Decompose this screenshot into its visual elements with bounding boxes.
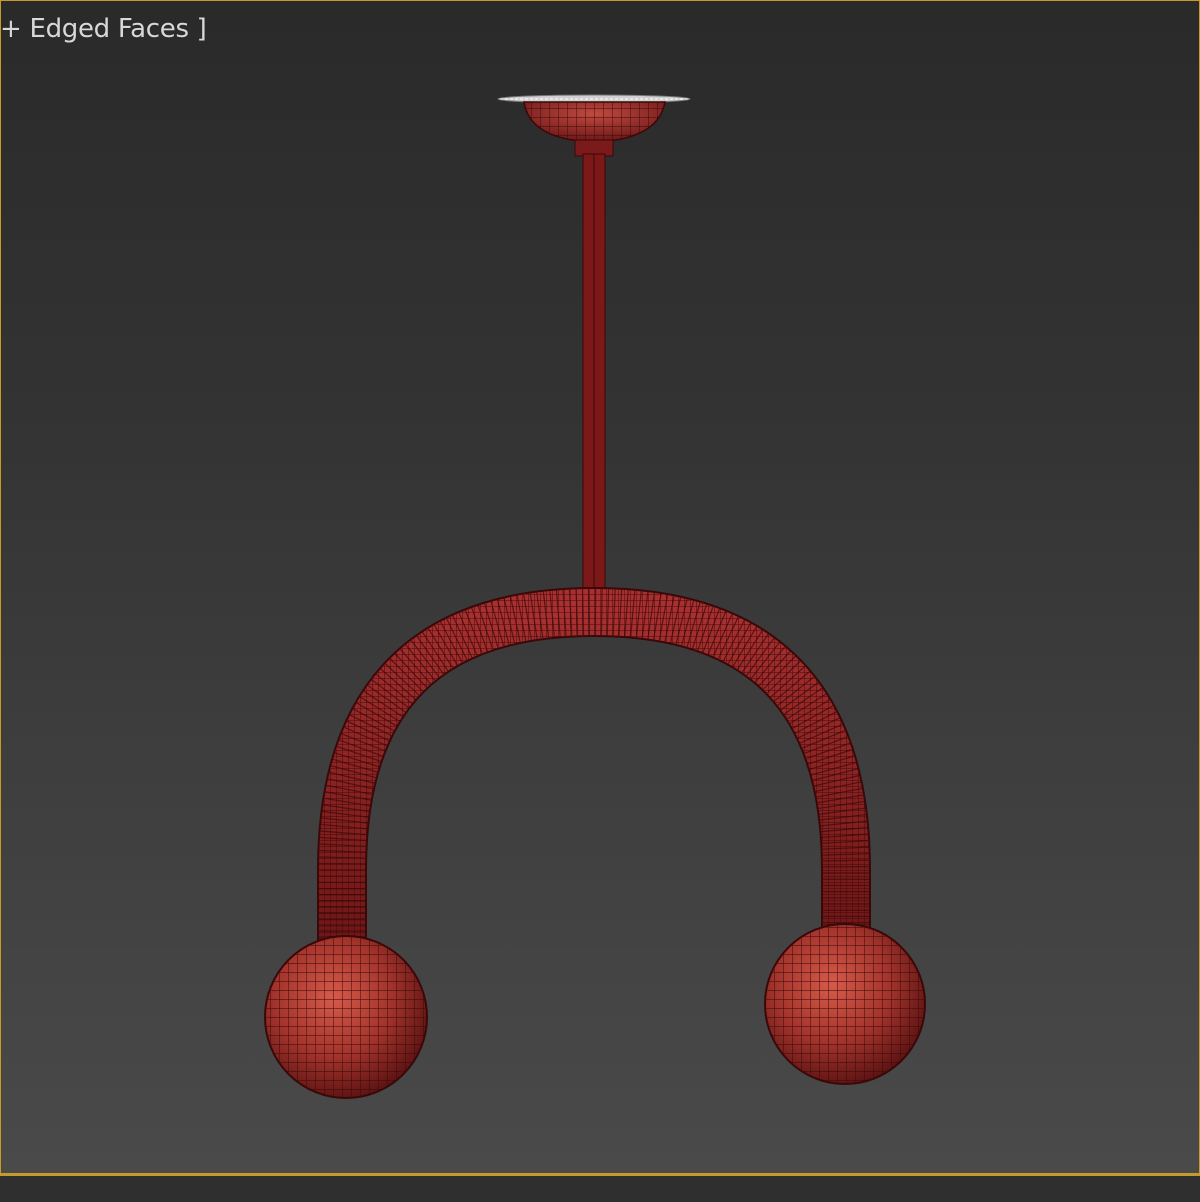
left-sphere[interactable] (264, 935, 428, 1099)
canopy[interactable] (523, 101, 666, 157)
arc-tube[interactable] (317, 586, 871, 945)
right-sphere[interactable] (764, 923, 926, 1085)
bottom-strip (0, 1174, 1200, 1202)
hanging-rod[interactable] (582, 153, 606, 597)
viewport-perspective[interactable]: + Edged Faces ] (0, 0, 1200, 1174)
scene-canvas[interactable] (0, 0, 1200, 1174)
